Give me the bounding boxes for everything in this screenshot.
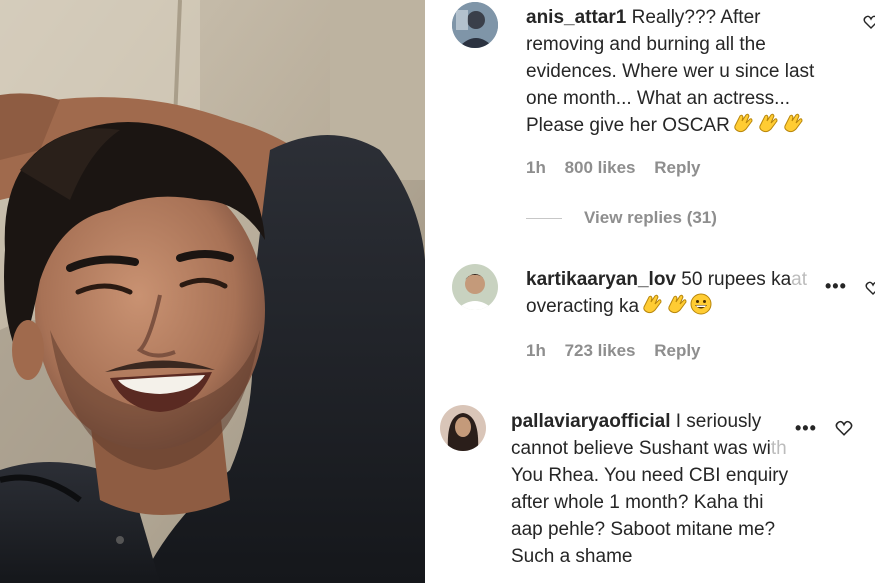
comment-line: You Rhea. You need CBI enquiry [511,465,789,486]
avatar[interactable] [452,2,498,48]
post-photo [0,0,425,583]
comments-panel: anis_attar1 Really??? After removing and… [425,0,875,583]
comment-line: I seriously [675,411,762,432]
user-avatar-icon [452,2,498,48]
view-replies[interactable]: View replies (31) [526,208,717,228]
reply-button[interactable]: Reply [654,158,700,177]
comment-line: Really??? After [631,7,761,28]
like-heart-icon[interactable] [835,419,853,437]
comment-line: Please give her OSCAR [526,115,730,136]
comment-time: 1h [526,341,546,360]
comment-likes[interactable]: 723 likes [565,341,636,360]
comment-line: overacting ka [526,296,640,317]
comment-time: 1h [526,158,546,177]
view-replies-label[interactable]: View replies (31) [584,208,717,227]
comment-meta: 1h 800 likes Reply [526,158,715,178]
comment-line-faded: at [791,269,807,290]
comment-username[interactable]: anis_attar1 [526,7,626,28]
comment-line: cannot believe Sushant was wi [511,438,771,459]
comment-meta: 1h 723 likes Reply [526,341,715,361]
comment-line: aap pehle? Saboot mitane me? [511,519,776,540]
comment-line: one month... What an actress... [526,88,791,109]
clapping-hands-icon [640,293,664,323]
comment-line-faded: th [770,438,787,459]
view-replies-divider [526,218,562,220]
comment-text: pallaviaryaofficial I seriously cannot b… [511,408,821,570]
comment-line: after whole 1 month? Kaha thi [511,492,764,513]
grinning-face-icon [690,293,712,323]
comment-line: removing and burning all the [526,34,766,55]
comment-text: kartikaaryan_lov 50 rupees kaat overacti… [526,266,846,323]
more-options-icon[interactable]: ••• [825,276,847,297]
comment-line: 50 rupees ka [681,269,792,290]
clapping-hands-icon [756,112,780,142]
user-avatar-icon [440,405,486,451]
more-options-icon[interactable]: ••• [795,418,817,439]
comment-username[interactable]: pallaviaryaofficial [511,411,670,432]
comment-text: anis_attar1 Really??? After removing and… [526,4,846,142]
like-heart-icon[interactable] [863,14,875,30]
reply-button[interactable]: Reply [654,341,700,360]
comment-line: Such a shame [511,546,633,567]
comment-line: evidences. Where wer u since last [526,61,815,82]
avatar[interactable] [440,405,486,451]
clapping-hands-icon [781,112,805,142]
comment-likes[interactable]: 800 likes [565,158,636,177]
portrait-illustration [0,0,425,583]
clapping-hands-icon [731,112,755,142]
avatar[interactable] [452,264,498,310]
clapping-hands-icon [665,293,689,323]
comment-username[interactable]: kartikaaryan_lov [526,269,676,290]
like-heart-icon[interactable] [865,280,875,296]
user-avatar-icon [452,264,498,310]
